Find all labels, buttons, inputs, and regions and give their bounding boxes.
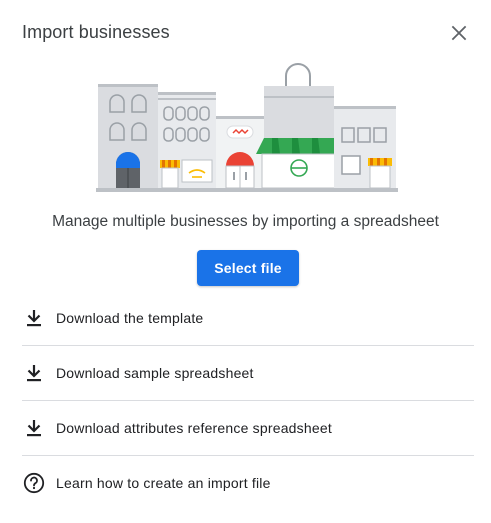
select-file-button[interactable]: Select file xyxy=(197,250,299,286)
import-businesses-dialog: Import businesses Manage multiple busine… xyxy=(0,0,491,523)
download-icon xyxy=(23,362,45,384)
learn-import-file-label: Learn how to create an import file xyxy=(56,475,271,491)
learn-import-file-link[interactable]: Learn how to create an import file xyxy=(22,456,474,510)
download-icon xyxy=(23,417,45,439)
dialog-title: Import businesses xyxy=(22,22,170,42)
download-links-list: Download the template Download sample sp… xyxy=(22,291,474,510)
download-template-link[interactable]: Download the template xyxy=(22,291,474,346)
help-icon xyxy=(23,472,45,494)
dialog-header: Import businesses xyxy=(22,20,473,46)
download-attributes-label: Download attributes reference spreadshee… xyxy=(56,420,332,436)
download-attributes-reference-link[interactable]: Download attributes reference spreadshee… xyxy=(22,401,474,456)
download-sample-label: Download sample spreadsheet xyxy=(56,365,254,381)
close-icon xyxy=(451,25,467,41)
storefronts-illustration xyxy=(96,63,398,192)
tagline: Manage multiple businesses by importing … xyxy=(52,213,439,230)
download-sample-spreadsheet-link[interactable]: Download sample spreadsheet xyxy=(22,346,474,401)
close-button[interactable] xyxy=(445,19,473,47)
download-template-label: Download the template xyxy=(56,310,204,326)
download-icon xyxy=(23,307,45,329)
